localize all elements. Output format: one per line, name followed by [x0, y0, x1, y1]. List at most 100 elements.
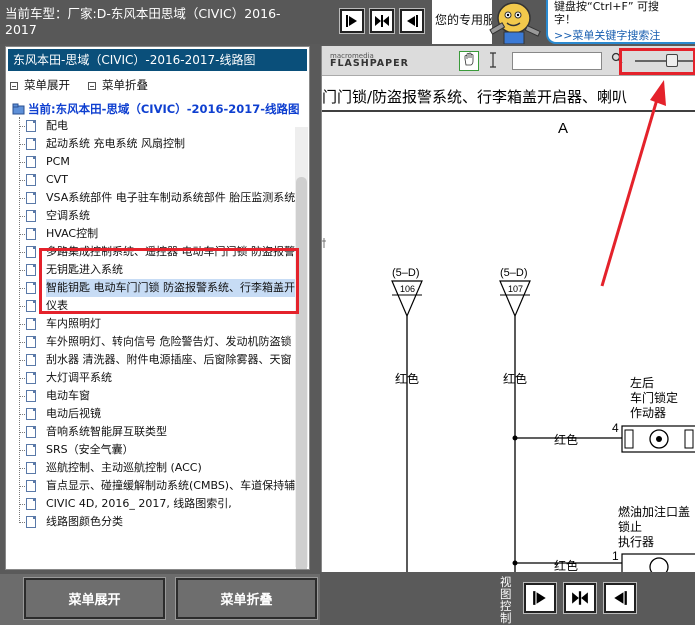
wire-color-right: 红色: [503, 371, 527, 386]
document-icon: [26, 426, 36, 438]
document-icon: [26, 120, 36, 132]
document-icon: [26, 444, 36, 456]
collapse-box-icon: [10, 82, 18, 90]
actuator1-pin: 4: [612, 421, 619, 435]
current-model-title: 当前车型：厂家:D-东风本田思域（CIVIC）2016-2017: [5, 6, 281, 37]
tree-scrollbar[interactable]: [295, 127, 308, 569]
connector-106-pin: 106: [400, 284, 415, 294]
tree-item[interactable]: 线路图颜色分类: [19, 513, 309, 531]
tree-item-label: 刮水器 清洗器、附件电源插座、后窗除雾器、天窗: [46, 353, 292, 366]
view-split-button[interactable]: [369, 8, 395, 34]
tree-expand-label: 菜单展开: [24, 78, 70, 92]
highlight-box: [39, 248, 299, 314]
keyword-search-link[interactable]: >>菜单关键字搜索注: [554, 29, 695, 42]
tree-item[interactable]: 盲点显示、碰撞缓解制动系统(CMBS)、车道保持辅: [19, 477, 309, 495]
arrow-left-bar-icon: [614, 591, 627, 605]
document-icon: [26, 156, 36, 168]
document-icon: [26, 210, 36, 222]
mascot-icon: [489, 2, 541, 45]
wiring-diagram: 门门锁/防盗报警系统、行李箱盖开启器、喇叭 A (5–D) 106 红色 (5–…: [322, 80, 695, 572]
tree-item-label: 电动后视镜: [46, 407, 101, 420]
tree-scrollbar-thumb[interactable]: [296, 177, 307, 569]
text-select-tool[interactable]: [489, 52, 497, 72]
tree-item[interactable]: PCM: [19, 153, 309, 171]
actuator2-pin: 1: [612, 549, 619, 563]
arrow-left-bar-icon: [407, 15, 418, 27]
find-input[interactable]: [512, 52, 602, 70]
tree-item[interactable]: 起动系统 充电系统 风扇控制: [19, 135, 309, 153]
tree-collapse-link[interactable]: 菜单折叠: [88, 77, 148, 97]
tree-item[interactable]: CIVIC 4D, 2016_ 2017, 线路图索引,: [19, 495, 309, 513]
collapse-box-icon: [88, 82, 96, 90]
tree-item-label: 线路图颜色分类: [46, 515, 123, 528]
logo-bottom-text: FLASHPAPER: [330, 58, 409, 69]
connector-106-code: (5–D): [392, 267, 420, 279]
view-right-button[interactable]: [399, 8, 425, 34]
actuator1-line1: 左后: [630, 375, 654, 390]
tree-options: 菜单展开 菜单折叠: [6, 71, 309, 97]
diagram-title: 门门锁/防盗报警系统、行李箱盖开启器、喇叭: [322, 88, 627, 106]
document-icon: [26, 480, 36, 492]
document-icon: [26, 138, 36, 150]
tree-item[interactable]: 空调系统: [19, 207, 309, 225]
wire-color-left: 红色: [395, 371, 419, 386]
tree-item[interactable]: 车外照明灯、转向信号 危险警告灯、发动机防盗锁: [19, 333, 309, 351]
tree-item-label: 车外照明灯、转向信号 危险警告灯、发动机防盗锁: [46, 335, 292, 348]
tree-item[interactable]: 配电: [19, 117, 309, 135]
document-icon: [26, 498, 36, 510]
document-icon: [26, 300, 36, 312]
document-icon: [26, 318, 36, 330]
hand-tool-button[interactable]: [459, 51, 479, 71]
tree-item-label: 起动系统 充电系统 风扇控制: [46, 137, 185, 150]
bottom-left-bar: 菜单展开 菜单折叠: [0, 574, 320, 625]
document-icon: [26, 354, 36, 366]
flashpaper-logo: macromedia FLASHPAPER: [330, 52, 409, 68]
document-icon: [26, 174, 36, 186]
tree-item[interactable]: 大灯调平系统: [19, 369, 309, 387]
tree-title: 东风本田-思域（CIVIC）-2016-2017-线路图: [8, 49, 307, 71]
tree-item[interactable]: VSA系统部件 电子驻车制动系统部件 胎压监测系统: [19, 189, 309, 207]
actuator1-line3: 作动器: [630, 406, 666, 420]
connector-107-code: (5–D): [500, 267, 528, 279]
document-icon: [26, 246, 36, 258]
tree-item-label: 巡航控制、主动巡航控制 (ACC): [46, 461, 202, 474]
tree-item[interactable]: CVT: [19, 171, 309, 189]
tree-item-label: HVAC控制: [46, 227, 99, 240]
zoom-highlight-box: [619, 48, 695, 75]
tree-item[interactable]: 电动车窗: [19, 387, 309, 405]
wire-color-branch2: 红色: [554, 558, 578, 572]
tree-item[interactable]: 车内照明灯: [19, 315, 309, 333]
menu-expand-button[interactable]: 菜单展开: [23, 577, 166, 620]
flashpaper-toolbar: macromedia FLASHPAPER: [322, 46, 695, 76]
wire-color-branch1: 红色: [554, 432, 578, 447]
document-icon: [26, 390, 36, 402]
tree-item[interactable]: 巡航控制、主动巡航控制 (ACC): [19, 459, 309, 477]
tree-item[interactable]: 音响系统智能屏互联类型: [19, 423, 309, 441]
actuator2-line2: 锁止: [618, 519, 642, 534]
menu-collapse-button[interactable]: 菜单折叠: [175, 577, 318, 620]
connector-107-pin: 107: [508, 284, 523, 294]
top-view-controls: [339, 8, 425, 34]
actuator1-line2: 车门锁定: [630, 390, 678, 405]
document-icon: [26, 408, 36, 420]
flashpaper-viewer: macromedia FLASHPAPER 门门锁/防盗报警系统、行李箱盖开启器…: [321, 46, 695, 572]
bottom-view-split-button[interactable]: [563, 582, 597, 614]
tree-list: 配电 起动系统 充电系统 风扇控制 PCM CVT VSA系统部件 电子驻车制动…: [6, 117, 309, 531]
tree-item-label: 盲点显示、碰撞缓解制动系统(CMBS)、车道保持辅: [46, 479, 296, 492]
actuator2-line3: 执行器: [618, 535, 654, 549]
tree-item-label: VSA系统部件 电子驻车制动系统部件 胎压监测系统: [46, 191, 296, 204]
red-arrow-shaft: [600, 95, 660, 287]
tree-expand-link[interactable]: 菜单展开: [10, 77, 70, 97]
actuator2-line1: 燃油加注口盖: [618, 504, 690, 519]
tree-item-label: 电动车窗: [46, 389, 90, 402]
tree-item[interactable]: HVAC控制: [19, 225, 309, 243]
current-node[interactable]: 当前:东风本田-思域（CIVIC）-2016-2017-线路图: [6, 97, 309, 117]
bottom-view-left-button[interactable]: [523, 582, 557, 614]
tree-item[interactable]: SRS（安全气囊）: [19, 441, 309, 459]
tree-item[interactable]: 电动后视镜: [19, 405, 309, 423]
bottom-view-right-button[interactable]: [603, 582, 637, 614]
tree-item[interactable]: 刮水器 清洗器、附件电源插座、后窗除雾器、天窗: [19, 351, 309, 369]
tree-item-label: 音响系统智能屏互联类型: [46, 425, 167, 438]
tree-item-label: CIVIC 4D, 2016_ 2017, 线路图索引,: [46, 497, 232, 510]
view-left-button[interactable]: [339, 8, 365, 34]
